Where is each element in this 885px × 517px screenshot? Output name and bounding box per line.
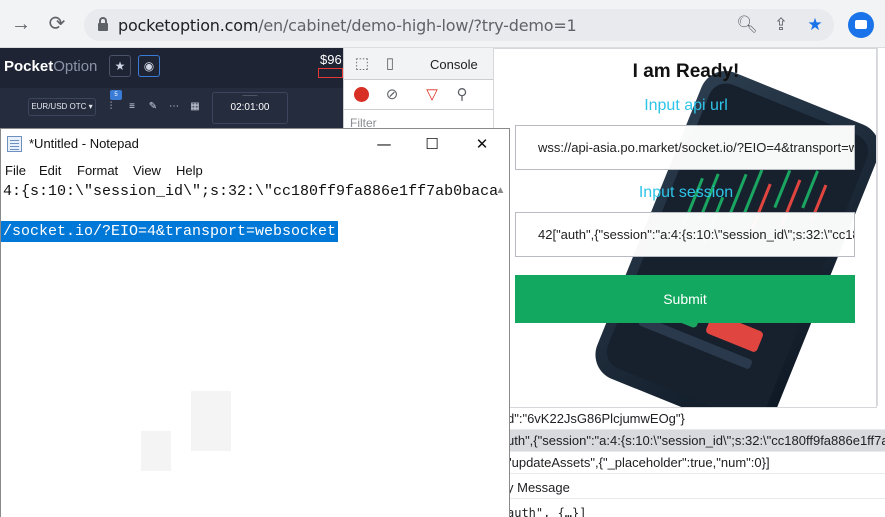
- submit-button[interactable]: Submit: [515, 275, 855, 323]
- notepad-text-area[interactable]: 4:{s:10:\"session_id\";s:32:\"cc180ff9fa…: [1, 181, 509, 517]
- session-input[interactable]: 42["auth",{"session":"a:4:{s:10:\"sessio…: [515, 212, 855, 257]
- message-preview[interactable]: auth", {…}]: [493, 502, 885, 517]
- notepad-window: *Untitled - Notepad — ☐ ✕ File Edit Form…: [0, 128, 510, 517]
- pocket-option-header: PocketOption ★ ◉ $96 EUR/USD OTC ▾ ⫶ 5 ≡…: [0, 48, 343, 128]
- screen: → ⟳ pocketoption.com/en/cabinet/demo-hig…: [0, 0, 885, 517]
- filter-icon[interactable]: ▽: [422, 85, 442, 105]
- text-line: 4:{s:10:\"session_id\";s:32:\"cc180ff9fa…: [3, 183, 499, 200]
- notepad-icon: [7, 136, 22, 152]
- extension-icon[interactable]: [848, 12, 874, 38]
- faded-shape: [141, 431, 171, 471]
- lock-icon: [98, 17, 108, 31]
- devtools-tabs: ⬚ ▯ Console: [344, 48, 494, 80]
- balance: $96: [320, 52, 342, 67]
- extension-popup: I am Ready! Input api url wss://api-asia…: [493, 48, 877, 408]
- trading-toolbar: EUR/USD OTC ▾ ⫶ 5 ≡ ✎ ⋯ ▦ ——— 02:01:00: [0, 88, 343, 128]
- menu-file[interactable]: File: [5, 163, 26, 178]
- session-label: Input session: [638, 184, 734, 201]
- balance-indicator: [318, 68, 343, 78]
- notepad-titlebar[interactable]: *Untitled - Notepad — ☐ ✕: [1, 129, 509, 159]
- faded-shape: [191, 391, 231, 451]
- message-row[interactable]: "updateAssets",{"_placeholder":true,"num…: [493, 452, 885, 474]
- selected-text[interactable]: /socket.io/?EIO=4&transport=websocket: [1, 221, 339, 242]
- address-bar[interactable]: pocketoption.com/en/cabinet/demo-high-lo…: [84, 9, 834, 41]
- level-icon[interactable]: ◉: [138, 55, 160, 77]
- menu-format[interactable]: Format: [77, 163, 118, 178]
- browser-toolbar: → ⟳ pocketoption.com/en/cabinet/demo-hig…: [0, 0, 885, 48]
- devtools-network-toolbar: ⊘ ▽ ⚲: [344, 80, 494, 110]
- api-url-label: Input api url: [644, 97, 728, 114]
- search-icon[interactable]: ⚲: [452, 85, 472, 105]
- message-row[interactable]: uth",{"session":"a:4:{s:10:\"session_id\…: [493, 430, 885, 452]
- device-toggle-icon[interactable]: ▯: [380, 54, 400, 74]
- chart-badge: 5: [110, 90, 122, 100]
- share-icon[interactable]: ⇪: [770, 14, 792, 36]
- time-caption: ———: [242, 93, 258, 99]
- menu-edit[interactable]: Edit: [39, 163, 61, 178]
- minimize-icon[interactable]: —: [361, 129, 407, 159]
- pocket-option-logo[interactable]: PocketOption: [4, 58, 97, 75]
- record-icon[interactable]: [354, 87, 369, 102]
- forward-icon[interactable]: →: [8, 11, 34, 37]
- clear-icon[interactable]: ⊘: [382, 85, 402, 105]
- message-row[interactable]: d":"6vK22JsG86PlcjumwEOg"}: [493, 408, 885, 430]
- reload-icon[interactable]: ⟳: [44, 11, 70, 37]
- favorite-star-icon[interactable]: ★: [109, 55, 131, 77]
- devtools-panel: ⬚ ▯ Console ⊘ ▽ ⚲ Filter: [343, 48, 494, 130]
- notepad-menubar: File Edit Format View Help: [1, 159, 509, 181]
- devtools-edge: [877, 48, 885, 406]
- asset-selector[interactable]: EUR/USD OTC ▾: [28, 98, 96, 116]
- expiry-time[interactable]: ——— 02:01:00: [212, 92, 288, 124]
- zoom-icon[interactable]: 🔍︎: [736, 14, 758, 36]
- maximize-icon[interactable]: ☐: [409, 129, 455, 159]
- expiry-time-value: 02:01:00: [230, 102, 270, 113]
- scroll-up-icon[interactable]: ▲: [492, 181, 509, 201]
- notepad-title: *Untitled - Notepad: [29, 136, 139, 151]
- menu-help[interactable]: Help: [176, 163, 203, 178]
- bookmark-star-icon[interactable]: ★: [804, 14, 826, 36]
- api-url-input[interactable]: wss://api-asia.po.market/socket.io/?EIO=…: [515, 125, 855, 170]
- close-icon[interactable]: ✕: [459, 129, 505, 159]
- menu-view[interactable]: View: [133, 163, 161, 178]
- popup-title: I am Ready!: [632, 61, 740, 82]
- chart-type-icon[interactable]: ⫶: [103, 99, 119, 115]
- more-icon[interactable]: ⋯: [166, 99, 182, 115]
- layout-grid-icon[interactable]: ▦: [187, 99, 203, 115]
- draw-icon[interactable]: ✎: [145, 99, 161, 115]
- message-header: y Message: [493, 477, 885, 499]
- tab-console[interactable]: Console: [430, 57, 478, 72]
- inspect-icon[interactable]: ⬚: [352, 54, 372, 74]
- websocket-messages: d":"6vK22JsG86PlcjumwEOg"} uth",{"sessio…: [493, 408, 885, 517]
- indicators-icon[interactable]: ≡: [124, 99, 140, 115]
- url-text: pocketoption.com/en/cabinet/demo-high-lo…: [118, 16, 577, 35]
